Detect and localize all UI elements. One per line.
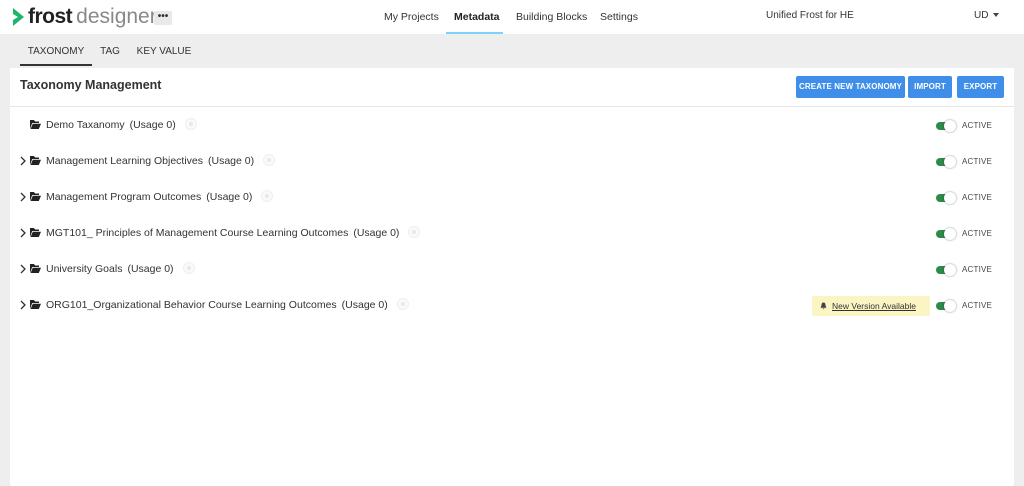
taxonomy-row[interactable]: Demo Taxanomy (Usage 0) ACTIVE — [10, 116, 1014, 136]
info-icon[interactable] — [396, 298, 409, 311]
folder-open-icon — [30, 156, 41, 165]
page-title: Taxonomy Management — [20, 78, 162, 92]
info-icon[interactable] — [261, 190, 274, 203]
folder-open-icon — [30, 192, 41, 201]
usage-count: (Usage 0) — [353, 227, 400, 239]
caret-down-icon — [993, 13, 1000, 18]
folder-open-icon — [30, 300, 41, 309]
active-toggle[interactable] — [936, 192, 956, 204]
organization-name: Unified Frost for HE — [766, 10, 854, 21]
taxonomy-row[interactable]: MGT101_ Principles of Management Course … — [10, 224, 1014, 244]
nav-active-indicator — [446, 32, 503, 34]
user-initials: UD — [974, 10, 989, 21]
logo-text-designer: designer — [76, 5, 157, 28]
status-label: ACTIVE — [962, 265, 993, 274]
chevron-right-icon[interactable] — [18, 227, 28, 239]
folder-open-icon — [30, 228, 41, 237]
nav-settings[interactable]: Settings — [600, 0, 638, 34]
taxonomy-name-cell[interactable]: MGT101_ Principles of Management Course … — [46, 226, 421, 239]
active-toggle[interactable] — [936, 300, 956, 312]
active-toggle[interactable] — [936, 228, 956, 240]
top-navbar: frost designer ••• My Projects Metadata … — [0, 0, 1024, 34]
chevron-right-icon[interactable] — [18, 299, 28, 311]
new-version-notice[interactable]: New Version Available — [812, 296, 930, 316]
usage-count: (Usage 0) — [208, 155, 255, 167]
taxonomy-name-cell[interactable]: Management Learning Objectives (Usage 0) — [46, 154, 276, 167]
logo-text-frost: frost — [28, 5, 73, 28]
info-icon[interactable] — [184, 118, 197, 131]
chevron-right-icon[interactable] — [18, 155, 28, 167]
taxonomy-name: Demo Taxanomy — [46, 119, 125, 131]
new-version-link[interactable]: New Version Available — [832, 301, 916, 311]
nav-my-projects[interactable]: My Projects — [384, 0, 439, 34]
ellipsis-icon: ••• — [157, 11, 169, 22]
status-label: ACTIVE — [962, 301, 993, 310]
taxonomy-row[interactable]: University Goals (Usage 0) ACTIVE — [10, 260, 1014, 280]
taxonomy-name: ORG101_Organizational Behavior Course Le… — [46, 299, 337, 311]
export-button[interactable]: EXPORT — [957, 76, 1004, 98]
tab-tag[interactable]: TAG — [96, 40, 124, 66]
taxonomy-name-cell[interactable]: Demo Taxanomy (Usage 0) — [46, 118, 197, 131]
taxonomy-name-cell[interactable]: University Goals (Usage 0) — [46, 262, 195, 275]
nav-metadata[interactable]: Metadata — [454, 0, 500, 34]
status-label: ACTIVE — [962, 121, 993, 130]
bell-icon — [820, 302, 827, 310]
info-icon[interactable] — [263, 154, 276, 167]
folder-open-icon — [30, 264, 41, 273]
taxonomy-row[interactable]: Management Learning Objectives (Usage 0) … — [10, 152, 1014, 172]
info-icon[interactable] — [182, 262, 195, 275]
taxonomy-name: MGT101_ Principles of Management Course … — [46, 227, 349, 239]
usage-count: (Usage 0) — [127, 263, 174, 275]
tab-taxonomy[interactable]: TAXONOMY — [20, 40, 92, 66]
create-new-taxonomy-button[interactable]: CREATE NEW TAXONOMY — [796, 76, 905, 98]
status-label: ACTIVE — [962, 157, 993, 166]
more-menu-button[interactable]: ••• — [154, 11, 172, 25]
chevron-right-icon[interactable] — [18, 263, 28, 275]
taxonomy-name: Management Program Outcomes — [46, 191, 202, 203]
taxonomy-name-cell[interactable]: Management Program Outcomes (Usage 0) — [46, 190, 274, 203]
usage-count: (Usage 0) — [129, 119, 176, 131]
user-menu[interactable]: UD — [974, 0, 1000, 34]
active-toggle[interactable] — [936, 120, 956, 132]
status-label: ACTIVE — [962, 229, 993, 238]
chevron-right-icon[interactable] — [18, 191, 28, 203]
active-toggle[interactable] — [936, 264, 956, 276]
status-label: ACTIVE — [962, 193, 993, 202]
taxonomy-panel: Taxonomy Management CREATE NEW TAXONOMY … — [10, 68, 1014, 486]
taxonomy-row[interactable]: Management Program Outcomes (Usage 0) ACT… — [10, 188, 1014, 208]
logo-chevron-icon — [13, 8, 24, 26]
taxonomy-name-cell[interactable]: ORG101_Organizational Behavior Course Le… — [46, 298, 409, 311]
app-logo[interactable]: frost designer — [12, 6, 157, 28]
tab-key-value[interactable]: KEY VALUE — [136, 40, 192, 66]
taxonomy-name: Management Learning Objectives — [46, 155, 204, 167]
usage-count: (Usage 0) — [341, 299, 388, 311]
import-button[interactable]: IMPORT — [908, 76, 952, 98]
usage-count: (Usage 0) — [206, 191, 253, 203]
folder-open-icon — [30, 120, 41, 129]
nav-building-blocks[interactable]: Building Blocks — [516, 0, 587, 34]
active-toggle[interactable] — [936, 156, 956, 168]
info-icon[interactable] — [408, 226, 421, 239]
taxonomy-row[interactable]: ORG101_Organizational Behavior Course Le… — [10, 296, 1014, 316]
header-divider — [10, 106, 1014, 107]
taxonomy-name: University Goals — [46, 263, 123, 275]
